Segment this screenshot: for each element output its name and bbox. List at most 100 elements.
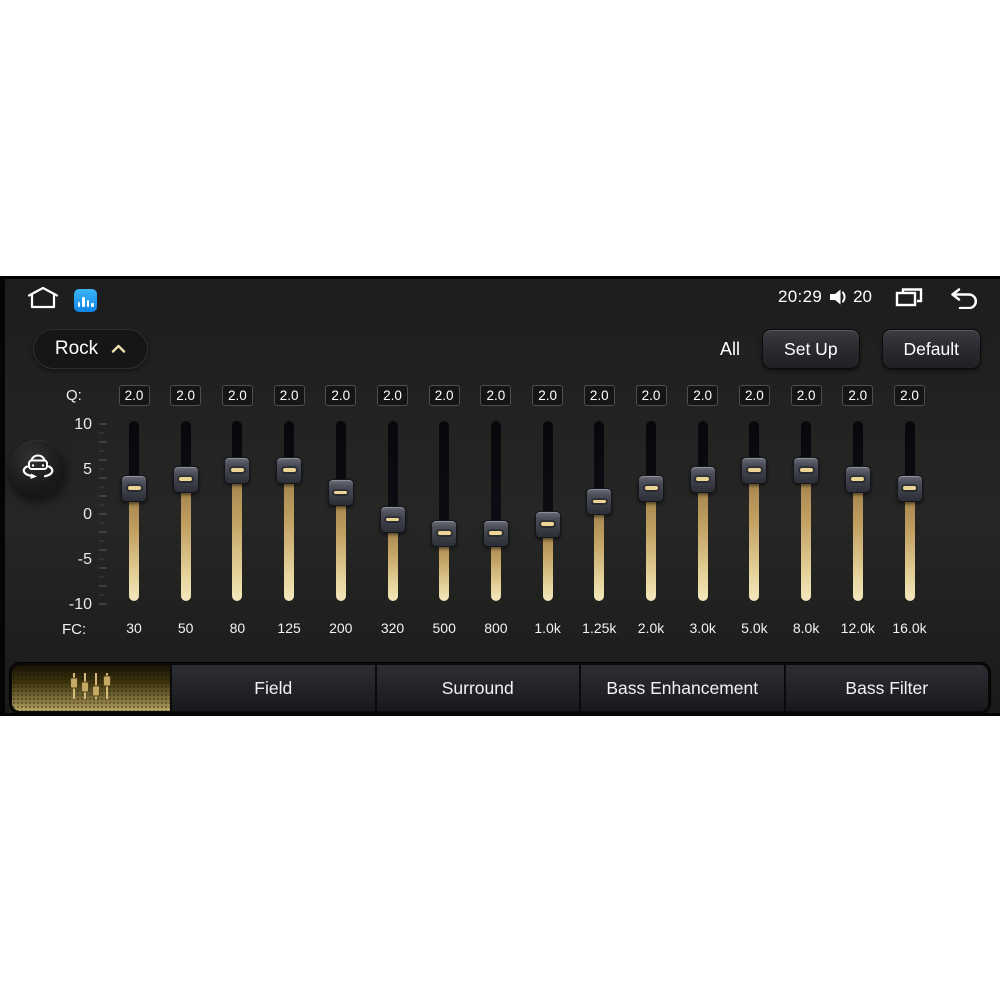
eq-slider[interactable]	[780, 421, 832, 601]
fc-row-label: FC:	[62, 621, 87, 638]
tab-bass-filter[interactable]: Bass Filter	[785, 665, 988, 711]
eq-band-column: 2.0 50	[160, 385, 212, 636]
eq-slider-handle[interactable]	[379, 506, 406, 533]
q-value-box[interactable]: 2.0	[428, 385, 460, 406]
eq-band-column: 2.0 80	[211, 385, 263, 636]
eq-slider-fill	[594, 501, 605, 601]
gain-axis-tick	[99, 549, 107, 551]
home-icon[interactable]	[26, 285, 60, 315]
speaker-icon[interactable]	[827, 286, 849, 308]
eq-slider[interactable]	[884, 421, 936, 601]
default-button[interactable]: Default	[881, 329, 981, 369]
music-app-icon[interactable]	[74, 289, 97, 312]
eq-slider[interactable]	[367, 421, 419, 601]
handle-grip-mark	[541, 522, 555, 526]
gain-axis-tick	[99, 459, 107, 461]
eq-slider-handle[interactable]	[896, 474, 923, 502]
q-value-box[interactable]: 2.0	[170, 385, 202, 406]
eq-slider-handle[interactable]	[431, 519, 458, 547]
handle-grip-mark	[282, 468, 296, 472]
eq-slider[interactable]	[625, 421, 677, 601]
eq-slider-fill	[180, 479, 191, 601]
recent-apps-icon[interactable]	[894, 285, 924, 309]
eq-slider-handle[interactable]	[793, 456, 820, 484]
eq-slider[interactable]	[728, 421, 780, 601]
handle-grip-mark	[386, 517, 399, 522]
q-value-box[interactable]: 2.0	[894, 385, 925, 406]
all-channels-label[interactable]: All	[720, 339, 740, 360]
q-value-box[interactable]: 2.0	[480, 385, 512, 406]
audio-settings-tab-bar: Field Surround Bass Enhancement Bass Filter	[10, 663, 990, 713]
eq-slider-handle[interactable]	[638, 474, 664, 502]
fc-value-label: 3.0k	[689, 620, 716, 636]
eq-slider-handle[interactable]	[482, 519, 509, 547]
fc-value-label: 16.0k	[892, 620, 927, 636]
eq-slider[interactable]	[263, 421, 315, 601]
handle-grip-mark	[799, 468, 813, 472]
eq-slider[interactable]	[211, 421, 263, 601]
eq-slider-handle[interactable]	[121, 474, 147, 502]
handle-grip-mark	[747, 468, 761, 472]
fc-value-label: 5.0k	[741, 620, 768, 636]
q-value-box[interactable]: 2.0	[118, 385, 150, 406]
q-value-box[interactable]: 2.0	[842, 385, 874, 406]
eq-slider[interactable]	[832, 421, 884, 601]
q-value-box[interactable]: 2.0	[221, 385, 253, 406]
q-value-box[interactable]: 2.0	[273, 385, 305, 406]
status-bar-right: 20:29 20	[778, 285, 980, 309]
eq-slider-handle[interactable]	[224, 456, 251, 484]
eq-slider-handle[interactable]	[689, 465, 716, 493]
q-value-box[interactable]: 2.0	[635, 385, 667, 406]
eq-slider[interactable]	[677, 421, 729, 601]
preset-dropdown[interactable]: Rock	[33, 329, 148, 369]
tab-bass-enhancement[interactable]: Bass Enhancement	[581, 665, 784, 711]
handle-grip-mark	[644, 486, 658, 490]
eq-slider-handle[interactable]	[172, 465, 199, 493]
eq-slider[interactable]	[108, 421, 160, 601]
tab-label: Bass Filter	[845, 677, 929, 698]
gain-axis-tick	[99, 522, 104, 524]
eq-band-column: 2.0 12.0k	[832, 385, 884, 636]
eq-band-column: 2.0 30	[108, 385, 160, 636]
q-value-box[interactable]: 2.0	[532, 385, 564, 406]
fc-value-label: 30	[126, 620, 142, 636]
eq-slider-handle[interactable]	[276, 456, 303, 484]
eq-slider[interactable]	[470, 421, 522, 601]
q-value-box[interactable]: 2.0	[377, 385, 408, 406]
eq-slider-handle[interactable]	[534, 510, 561, 538]
tab-equalizer[interactable]	[12, 665, 170, 711]
q-value-box[interactable]: 2.0	[738, 385, 770, 406]
eq-slider[interactable]	[315, 421, 367, 601]
gain-axis-tick	[99, 450, 104, 452]
eq-slider[interactable]	[573, 421, 625, 601]
eq-slider[interactable]	[522, 421, 574, 601]
handle-grip-mark	[334, 490, 348, 495]
eq-slider-fill	[801, 470, 812, 601]
car-audio-position-button[interactable]	[9, 440, 66, 497]
q-value-box[interactable]: 2.0	[790, 385, 822, 406]
gain-axis-tick	[99, 567, 107, 569]
eq-slider[interactable]	[160, 421, 212, 601]
q-value-box[interactable]: 2.0	[583, 385, 615, 406]
eq-slider-handle[interactable]	[844, 465, 871, 493]
back-icon[interactable]	[948, 285, 980, 309]
status-bar-left	[26, 285, 97, 315]
q-value-box[interactable]: 2.0	[687, 385, 719, 406]
gain-axis-label: 10	[74, 416, 92, 433]
eq-slider-handle[interactable]	[586, 488, 613, 515]
set-up-button[interactable]: Set Up	[762, 329, 860, 369]
eq-slider-fill	[904, 488, 915, 601]
handle-grip-mark	[437, 531, 451, 535]
gain-axis-label: 0	[83, 506, 92, 523]
volume-level: 20	[853, 287, 872, 306]
q-value-box[interactable]: 2.0	[325, 385, 357, 406]
tab-field[interactable]: Field	[172, 665, 375, 711]
fc-value-label: 80	[229, 620, 246, 636]
headunit-audio-screen: 20:29 20 Rock All Set Up Default Q: FC: …	[0, 276, 1000, 716]
fc-value-label: 12.0k	[840, 620, 875, 636]
eq-slider[interactable]	[418, 421, 470, 601]
eq-slider-handle[interactable]	[741, 456, 768, 484]
eq-slider-handle[interactable]	[327, 479, 354, 506]
tab-surround[interactable]: Surround	[376, 665, 579, 711]
gain-axis-label: -10	[68, 596, 92, 613]
